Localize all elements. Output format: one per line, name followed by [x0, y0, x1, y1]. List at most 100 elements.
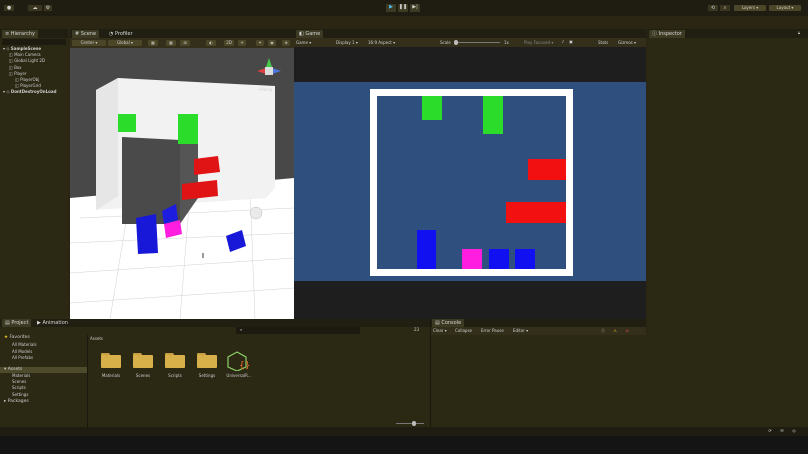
asset-tree-entry[interactable]: Scenes [12, 379, 26, 385]
asset-item[interactable]: Materials [96, 351, 126, 385]
play-focused-dropdown[interactable]: Play Focused ▾ [524, 40, 553, 46]
hierarchy-item[interactable]: ▾ ◇ SampleScene [3, 46, 41, 52]
light-icon[interactable]: ☀ [238, 40, 246, 46]
hierarchy-item[interactable]: ◫ PlayerGrid [15, 83, 41, 89]
asset-item[interactable]: Scenes [128, 351, 158, 385]
asset-item[interactable]: Settings [192, 351, 222, 385]
tab-inspector[interactable]: ⓘ Inspector [649, 30, 685, 38]
layout-dropdown[interactable]: Layout ▾ [769, 5, 801, 11]
hierarchy-item-label: Box [14, 64, 22, 70]
persp-label[interactable]: <Persp [258, 87, 272, 93]
asset-tree-entry[interactable]: Settings [12, 392, 28, 398]
debug-mode-icon[interactable]: ◎ [790, 428, 798, 434]
hierarchy-item[interactable]: ◫ Player [9, 71, 27, 77]
hierarchy-item[interactable]: ◫ Box [9, 65, 22, 71]
gizmos-dropdown[interactable]: Gizmos ▾ [618, 40, 636, 46]
fx-icon[interactable]: ✦ [256, 40, 264, 46]
hierarchy-item-label: SampleScene [10, 46, 42, 51]
favorites-entry[interactable]: All Materials [12, 342, 37, 348]
search-icon[interactable]: ⌕ [720, 5, 730, 11]
gizmos-label: Gizmos [618, 40, 633, 45]
tab-project[interactable]: ▤ Project [2, 319, 32, 327]
error-pause-button[interactable]: Error Pause [481, 328, 504, 334]
hierarchy-item[interactable]: ◫ PlayerObj [15, 77, 39, 83]
red-block [528, 159, 566, 180]
hierarchy-item-label: Player [14, 70, 27, 76]
folder-icon [165, 353, 185, 368]
hierarchy-item[interactable]: ◫ Global Light 2D [9, 58, 45, 64]
hierarchy-search[interactable] [2, 39, 66, 45]
scale-slider[interactable] [454, 40, 500, 45]
clear-button[interactable]: Clear ▾ [433, 328, 447, 334]
step-icon[interactable]: ▶| [410, 4, 420, 12]
grid-toggle-icon[interactable]: ▦ [166, 40, 176, 46]
gizmo-icon[interactable]: ⊕ [282, 40, 290, 46]
notification-icon[interactable]: ✉ [778, 428, 786, 434]
asset-item[interactable]: Scripts [160, 351, 190, 385]
warning-count-icon[interactable]: ⚠ [611, 328, 619, 334]
hierarchy-item-label: DontDestroyOnLoad [10, 89, 57, 95]
2d-toggle-icon[interactable]: 2D [224, 40, 234, 46]
hierarchy-tab-label: Hierarchy [10, 31, 35, 37]
tab-profiler[interactable]: ◔ Profiler [106, 30, 136, 38]
red-block [506, 202, 566, 223]
pause-icon[interactable]: ❚❚ [398, 4, 408, 12]
folder-icon [101, 353, 121, 368]
display-dropdown[interactable]: Display 1 ▾ [336, 40, 358, 46]
console-panel: ▤ Console Clear ▾ Collapse Error Pause E… [430, 319, 646, 427]
zoom-slider[interactable] [396, 421, 424, 426]
global-dropdown[interactable]: Global ▾ [108, 40, 142, 46]
layers-dropdown[interactable]: Layers ▾ [734, 5, 766, 11]
clear-label: Clear [433, 328, 444, 333]
project-search[interactable] [236, 327, 360, 334]
zoom-slider-thumb[interactable] [412, 421, 416, 426]
game-view-dropdown[interactable]: Game ▾ [296, 40, 311, 46]
hierarchy-item[interactable]: ◫ Main Camera [9, 52, 41, 58]
snap-icon[interactable]: ⊞ [180, 40, 190, 46]
tab-animation[interactable]: ▶ Animation [34, 319, 71, 327]
collab-icon[interactable]: ⟳ [766, 428, 774, 434]
asset-tree-entry[interactable]: Materials [12, 373, 30, 379]
favorites-item[interactable]: ★ Favorites [4, 335, 30, 341]
favorites-entry[interactable]: All Models [12, 349, 32, 355]
asset-tree-entry[interactable]: Scripts [12, 385, 26, 391]
mute-audio-icon[interactable]: ♪ [560, 39, 566, 45]
play-icon[interactable]: ▶ [386, 4, 396, 12]
render-mode-icon[interactable]: ◐ [206, 40, 216, 46]
settings-icon[interactable]: ⚙ [44, 5, 52, 11]
tab-scene[interactable]: # Scene [72, 30, 100, 38]
camera-icon[interactable]: ◉ [268, 40, 276, 46]
tab-game[interactable]: ◧ Game [296, 30, 324, 38]
asset-item[interactable]: {} UniversalR... [224, 351, 254, 385]
taskbar [0, 436, 808, 454]
asset-item-label: UniversalR... [226, 373, 252, 378]
info-count-icon[interactable]: ⓘ [599, 328, 607, 334]
cloud-icon[interactable]: ☁ [28, 5, 42, 11]
breadcrumb[interactable]: Assets [90, 336, 103, 342]
stats-button[interactable]: Stats [598, 40, 608, 46]
scale-slider-thumb[interactable] [454, 40, 458, 45]
aspect-dropdown[interactable]: 16:9 Aspect ▾ [368, 40, 395, 46]
packages-item[interactable]: ▸ Packages [4, 399, 29, 405]
green-block [483, 96, 503, 134]
grid-snap-icon[interactable]: ▦ [148, 40, 158, 46]
scene-orientation-gizmo[interactable] [254, 55, 284, 85]
hierarchy-item[interactable]: ▾ ◇ DontDestroyOnLoad [3, 89, 56, 95]
account-icon[interactable]: ● [4, 5, 14, 11]
favorites-entry[interactable]: All Prefabs [12, 355, 33, 361]
game-tab-label: Game [305, 31, 321, 37]
green-block [422, 96, 442, 120]
collapse-button[interactable]: Collapse [455, 328, 472, 334]
editor-dropdown[interactable]: Editor ▾ [513, 328, 528, 334]
game-viewport[interactable] [294, 82, 646, 281]
console-tab-label: Console [441, 320, 462, 326]
asset-item-label: Settings [198, 373, 216, 378]
tab-hierarchy[interactable]: ≡ Hierarchy [2, 30, 38, 38]
frame-debugger-icon[interactable]: ▣ [568, 39, 574, 45]
expand-arrow-icon: ▾ ◇ [3, 46, 11, 51]
error-count-icon[interactable]: ⊘ [623, 328, 631, 334]
tab-console[interactable]: ▤ Console [432, 319, 465, 327]
lock-icon[interactable]: 🔒︎ [795, 30, 803, 36]
history-icon[interactable]: ⟲ [708, 5, 718, 11]
center-dropdown[interactable]: Center ▾ [72, 40, 106, 46]
